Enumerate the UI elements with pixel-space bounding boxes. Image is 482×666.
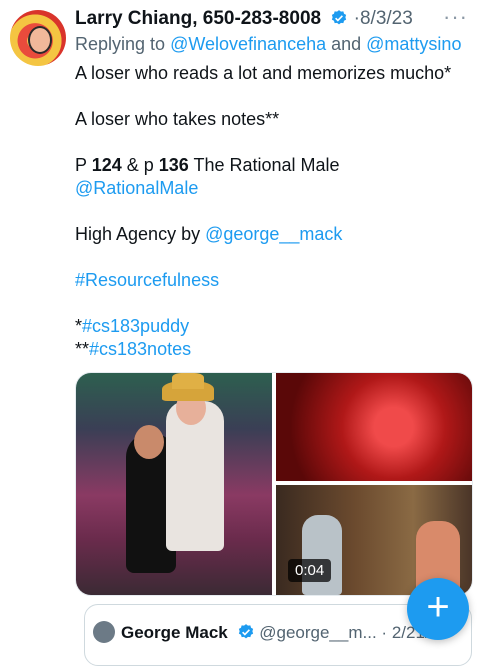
photo-cowboy-hat[interactable]	[76, 373, 272, 595]
replying-to: Replying to @Welovefinanceha and @mattys…	[75, 34, 461, 55]
tweet-date[interactable]: 8/3/23	[360, 8, 413, 29]
tweet-line: A loser who reads a lot and memorizes mu…	[75, 63, 452, 83]
quote-handle: @george__m...	[259, 623, 377, 642]
tweet-line: **#cs183notes	[75, 339, 192, 359]
tweet-line: High Agency by @george__mack	[75, 224, 343, 244]
quote-author-name: George Mack	[121, 623, 228, 642]
tweet-line: A loser who takes notes**	[75, 109, 280, 129]
hashtag-link[interactable]: #cs183notes	[89, 339, 191, 359]
tweet-body: A loser who reads a lot and memorizes mu…	[75, 62, 475, 361]
verified-badge-icon	[332, 10, 347, 25]
compose-button[interactable]: +	[407, 578, 469, 640]
video-duration: 0:04	[288, 559, 332, 582]
tweet-header: Larry Chiang, 650-283-8008 ·8/3/23	[75, 8, 482, 32]
author-name[interactable]: Larry Chiang, 650-283-8008	[75, 8, 321, 29]
verified-badge-icon	[238, 624, 253, 639]
mention-link[interactable]: @george__mack	[205, 224, 342, 244]
more-dots-icon[interactable]: ···	[443, 4, 468, 30]
mention-link[interactable]: @RationalMale	[75, 177, 475, 200]
avatar-face	[28, 26, 52, 54]
hashtag-link[interactable]: #Resourcefulness	[75, 269, 475, 292]
author-avatar[interactable]	[10, 10, 66, 66]
media-grid: 0:04	[75, 372, 473, 596]
photo-red-light[interactable]	[276, 373, 472, 481]
reply-user-link-1[interactable]: @Welovefinanceha	[170, 34, 326, 54]
replying-and: and	[326, 34, 367, 54]
replying-prefix: Replying to	[75, 34, 171, 54]
tweet-line: P 124 & p 136 The Rational Male	[75, 155, 340, 175]
hashtag-link[interactable]: #cs183puddy	[82, 316, 189, 336]
tweet-line: *#cs183puddy	[75, 316, 190, 336]
reply-user-link-2[interactable]: @mattysino	[366, 34, 461, 54]
